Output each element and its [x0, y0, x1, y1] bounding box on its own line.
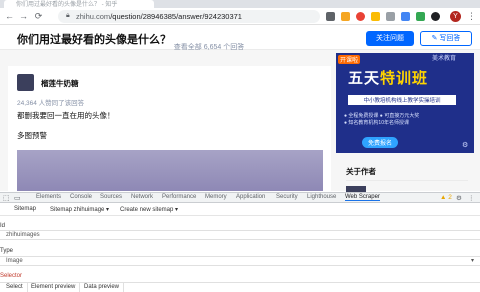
- data-preview-button[interactable]: Data preview: [80, 283, 125, 292]
- tab-sources[interactable]: Sources: [100, 194, 122, 200]
- selector-label: Selector: [0, 273, 23, 279]
- selector-actions: Select Element preview Data preview: [0, 282, 480, 292]
- follow-question-button[interactable]: 关注问题: [366, 31, 414, 46]
- id-label: Id: [0, 223, 6, 229]
- browser-toolbar: ← → ⟳ 🔒︎ zhihu.com/question/28946385/ans…: [0, 8, 480, 25]
- ad-title: 五天特训班: [348, 67, 428, 88]
- answer-text-line: 多图预警: [17, 131, 47, 140]
- sidebar-divider: [346, 180, 468, 181]
- grid-extension-icon[interactable]: [326, 12, 335, 21]
- browser-tab[interactable]: 你们用过最好看的头像是什么？ - 知乎: [4, 0, 154, 8]
- sitemap-dropdown[interactable]: Sitemap zhihuimage ▾: [50, 206, 109, 213]
- lock-icon: 🔒︎: [66, 12, 70, 19]
- tab-elements[interactable]: Elements: [36, 194, 61, 200]
- ad-subtitle: 中小教培机构线上教学实操培训: [348, 95, 456, 105]
- blue-extension-icon[interactable]: [401, 12, 410, 21]
- star-extension-icon[interactable]: [341, 12, 350, 21]
- type-label: Type: [0, 248, 14, 254]
- ad-point: ● 全程免费授课 ● 可直接万元大奖: [344, 113, 420, 119]
- reload-icon[interactable]: ⟳: [33, 11, 44, 22]
- record-extension-icon[interactable]: [356, 12, 365, 21]
- tab-application[interactable]: Application: [236, 194, 265, 200]
- note-extension-icon[interactable]: [371, 12, 380, 21]
- tab-web-scraper[interactable]: Web Scraper: [345, 194, 380, 201]
- green-extension-icon[interactable]: [416, 12, 425, 21]
- upvote-count: 24,364 人赞同了该回答: [17, 100, 85, 107]
- answer-text-line: 都删我要回一直在用的头像！: [17, 111, 115, 120]
- id-input[interactable]: zhihuimages: [0, 230, 480, 240]
- url-text: zhihu.com/question/28946385/answer/92423…: [76, 12, 242, 21]
- ad-point: ● 知名教育机构10年名师授课: [344, 120, 409, 126]
- ad-title-highlight: 特训班: [380, 70, 429, 87]
- dark-extension-icon[interactable]: [431, 12, 440, 21]
- ad-points: ● 全程免费授课 ● 可直接万元大奖 ● 知名教育机构10年名师授课: [344, 113, 419, 127]
- tab-network[interactable]: Network: [131, 194, 153, 200]
- tab-memory[interactable]: Memory: [205, 194, 227, 200]
- url-host: zhihu.com: [76, 12, 111, 21]
- inspect-icon[interactable]: ⬚: [3, 194, 10, 202]
- sitemaps-menu[interactable]: Sitemap: [14, 206, 36, 212]
- tab-console[interactable]: Console: [70, 194, 92, 200]
- view-all-answers-link[interactable]: 查看全部 6,654 个回答: [134, 42, 284, 52]
- warning-count-badge[interactable]: ▲ 2: [440, 194, 452, 201]
- devtools-tab-bar: ⬚ ▭ Elements Console Sources Network Per…: [0, 192, 480, 203]
- devtools-menu-icon[interactable]: ⋮: [468, 194, 475, 202]
- write-answer-label: 写回答: [439, 35, 461, 42]
- write-answer-button[interactable]: ✎ 写回答: [420, 31, 472, 46]
- web-scraper-toolbar: Sitemap Sitemap zhihuimage ▾ Create new …: [0, 204, 480, 216]
- ad-banner[interactable]: 开课啦 美术教育 五天特训班 中小教培机构线上教学实操培训 ● 全程免费授课 ●…: [336, 53, 474, 153]
- chevron-down-icon: ▾: [470, 258, 474, 264]
- ad-badge: 开课啦: [338, 55, 361, 64]
- select-button[interactable]: Select: [2, 283, 28, 292]
- about-author-heading: 关于作者: [346, 167, 376, 176]
- puzzle-extension-icon[interactable]: [386, 12, 395, 21]
- browser-tab-strip: 你们用过最好看的头像是什么？ - 知乎: [0, 0, 480, 8]
- profile-avatar[interactable]: Y: [450, 11, 461, 22]
- settings-gear-icon[interactable]: ⚙: [456, 194, 462, 202]
- tab-lighthouse[interactable]: Lighthouse: [307, 194, 336, 200]
- url-path: /question/28946385/answer/924230371: [110, 12, 242, 21]
- tab-performance[interactable]: Performance: [162, 194, 196, 200]
- browser-tab-title: 你们用过最好看的头像是什么？ - 知乎: [16, 2, 118, 8]
- ad-brand: 美术教育: [432, 56, 457, 62]
- back-icon[interactable]: ←: [4, 11, 15, 22]
- answer-image[interactable]: [17, 150, 323, 191]
- id-value: zhihuimages: [6, 232, 40, 238]
- ad-signup-button[interactable]: 免费报名: [362, 137, 399, 148]
- address-bar[interactable]: 🔒︎ zhihu.com/question/28946385/answer/92…: [58, 10, 320, 23]
- device-toggle-icon[interactable]: ▭: [14, 194, 21, 202]
- type-select[interactable]: Image ▾: [0, 256, 480, 266]
- author-avatar[interactable]: [17, 74, 34, 91]
- menu-dots-icon[interactable]: ⋮: [467, 11, 476, 22]
- ad-title-part: 五天: [348, 70, 381, 87]
- author-name[interactable]: 榴莲牛奶糖: [41, 78, 79, 89]
- gear-icon[interactable]: ⚙: [462, 141, 468, 149]
- type-value: Image: [6, 258, 23, 264]
- forward-icon[interactable]: →: [18, 11, 29, 22]
- create-sitemap-dropdown[interactable]: Create new sitemap ▾: [120, 206, 178, 213]
- answer-card: 榴莲牛奶糖 24,364 人赞同了该回答 都删我要回一直在用的头像！ 多图预警: [8, 66, 331, 191]
- element-preview-button[interactable]: Element preview: [27, 283, 81, 292]
- tab-security[interactable]: Security: [276, 194, 298, 200]
